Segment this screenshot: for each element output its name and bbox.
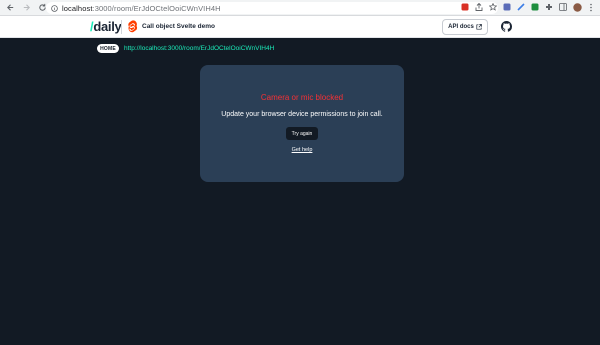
- extension-icon[interactable]: [530, 2, 540, 12]
- browser-toolbar: localhost:3000/room/ErJdOCtelOoiCWnVIH4H: [0, 0, 600, 16]
- api-docs-button[interactable]: API docs: [442, 19, 488, 35]
- svelte-logo-icon: [128, 20, 138, 33]
- get-help-link[interactable]: Get help: [200, 147, 404, 153]
- header-divider: [121, 20, 122, 34]
- url-text: localhost:3000/room/ErJdOCtelOoiCWnVIH4H: [62, 3, 221, 13]
- lock-icon: [51, 4, 58, 12]
- github-icon[interactable]: [501, 21, 512, 32]
- room-url-link[interactable]: http://localhost:3000/room/ErJdOCtelOoiC…: [124, 45, 274, 52]
- error-title: Camera or mic blocked: [260, 93, 344, 102]
- try-again-button[interactable]: Try again: [286, 127, 318, 140]
- forward-arrow-icon[interactable]: [20, 2, 32, 14]
- back-arrow-icon[interactable]: [4, 2, 16, 14]
- api-docs-label: API docs: [448, 24, 474, 30]
- error-message: Update your browser device permissions t…: [221, 111, 383, 118]
- extension-icon[interactable]: [516, 2, 526, 12]
- extension-icon[interactable]: [460, 2, 470, 12]
- external-link-icon: [476, 24, 482, 30]
- extension-icon[interactable]: [502, 2, 512, 12]
- menu-icon[interactable]: [586, 2, 596, 12]
- sidebar-icon[interactable]: [558, 2, 568, 12]
- app-title: Call object Svelte demo: [142, 23, 215, 30]
- home-button[interactable]: HOME: [97, 44, 119, 53]
- extension-icon[interactable]: [544, 2, 554, 12]
- permissions-error-card: Camera or mic blocked Update your browse…: [200, 65, 404, 182]
- extension-tray: [460, 2, 596, 12]
- bookmark-star-icon[interactable]: [488, 2, 498, 12]
- app-header: /daily Call object Svelte demo API docs: [0, 16, 600, 38]
- profile-avatar-icon[interactable]: [572, 2, 582, 12]
- share-icon[interactable]: [474, 2, 484, 12]
- daily-logo[interactable]: /daily: [90, 19, 122, 34]
- address-bar[interactable]: localhost:3000/room/ErJdOCtelOoiCWnVIH4H: [46, 2, 498, 14]
